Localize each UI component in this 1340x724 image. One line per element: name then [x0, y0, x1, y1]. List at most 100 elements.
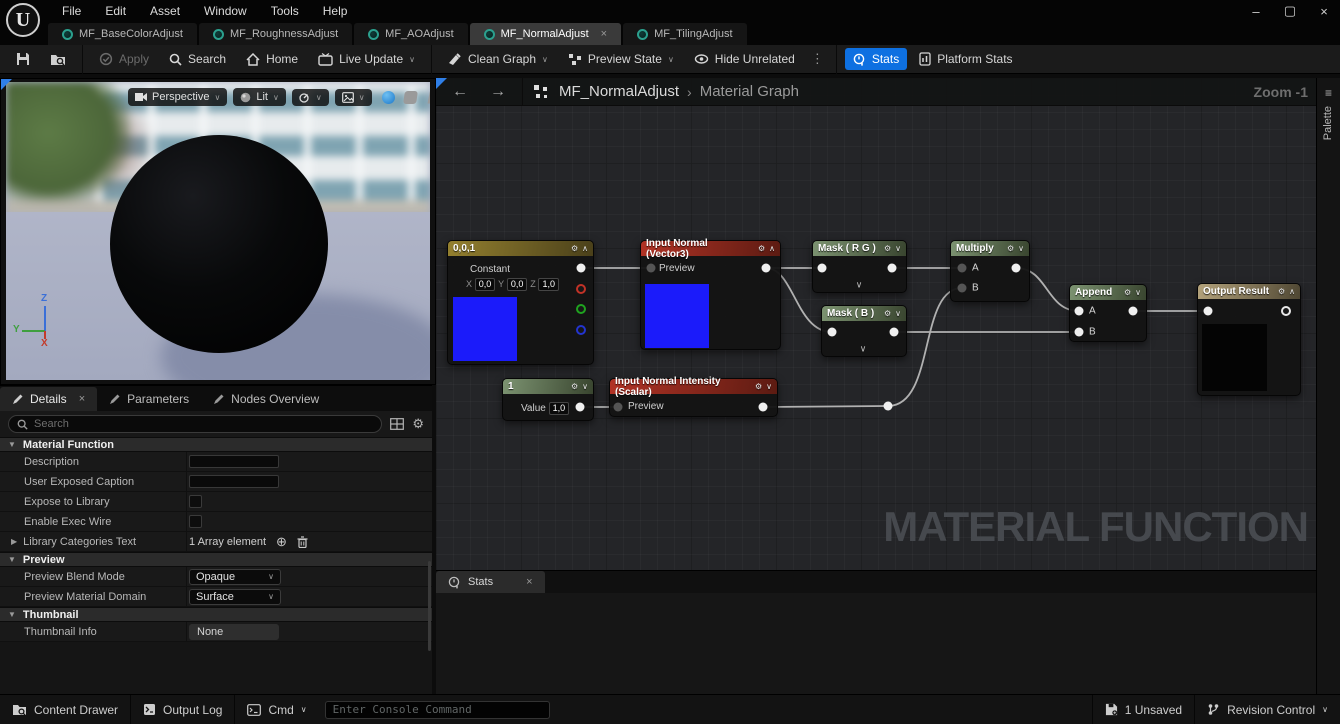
- perspective-dropdown[interactable]: Perspective ∨: [128, 88, 227, 106]
- section-thumbnail[interactable]: ▼ Thumbnail: [0, 607, 432, 622]
- value-field[interactable]: 1,0: [549, 402, 570, 415]
- node-header[interactable]: Append ⚙ ∨: [1070, 285, 1146, 300]
- forward-arrow-icon[interactable]: →: [484, 83, 512, 101]
- tab-details[interactable]: Details ×: [0, 387, 97, 411]
- material-graph-canvas[interactable]: ← → MF_NormalAdjust › Material Graph Zoo…: [436, 78, 1316, 570]
- shape-sphere-button[interactable]: [382, 91, 395, 104]
- screenshot-dropdown[interactable]: ∨: [335, 89, 372, 106]
- menu-tools[interactable]: Tools: [261, 1, 309, 21]
- node-header[interactable]: Mask ( R G ) ⚙ ∨: [813, 241, 906, 256]
- tab-nodes-overview[interactable]: Nodes Overview: [201, 387, 331, 411]
- palette-tab[interactable]: Palette: [1322, 106, 1336, 140]
- column-view-icon[interactable]: [390, 418, 404, 430]
- collapse-icon[interactable]: ∨: [582, 382, 588, 391]
- section-material-function[interactable]: ▼ Material Function: [0, 437, 432, 452]
- pin-multiply-b-input[interactable]: [958, 284, 967, 293]
- breadcrumb-page[interactable]: Material Graph: [700, 83, 799, 100]
- pin-constant001-b-output[interactable]: [576, 325, 586, 335]
- gear-icon[interactable]: ⚙: [884, 244, 891, 253]
- node-output-result[interactable]: Output Result ⚙ ∧: [1197, 283, 1301, 396]
- pin-multiply-a-input[interactable]: [958, 264, 967, 273]
- platform-stats-button[interactable]: Platform Stats: [911, 48, 1020, 70]
- pin-maskrg-output[interactable]: [888, 264, 897, 273]
- tab-mf-basecoloradjust[interactable]: MF_BaseColorAdjust: [48, 23, 197, 45]
- pin-maskb-input[interactable]: [828, 328, 837, 337]
- gear-icon[interactable]: ⚙: [412, 416, 424, 432]
- node-constant-1[interactable]: 1 ⚙ ∨ Value 1,0: [502, 378, 594, 421]
- node-header[interactable]: Mask ( B ) ⚙ ∨: [822, 306, 906, 321]
- search-box[interactable]: [8, 415, 382, 433]
- menu-edit[interactable]: Edit: [95, 1, 136, 21]
- gear-icon[interactable]: ⚙: [1124, 288, 1131, 297]
- preview-blend-mode-select[interactable]: Opaque ∨: [189, 569, 281, 585]
- y-value-field[interactable]: 0,0: [507, 278, 528, 291]
- pin-append-b-input[interactable]: [1075, 328, 1084, 337]
- browse-content-button[interactable]: [42, 48, 74, 70]
- gear-icon[interactable]: ⚙: [755, 382, 762, 391]
- add-element-icon[interactable]: ⊕: [276, 534, 287, 550]
- preview-material-domain-select[interactable]: Surface ∨: [189, 589, 281, 605]
- show-flags-dropdown[interactable]: ∨: [292, 89, 329, 106]
- output-log-button[interactable]: Output Log: [131, 695, 234, 724]
- lit-dropdown[interactable]: Lit ∨: [233, 88, 285, 106]
- maskrg-expander-icon[interactable]: ∨: [856, 280, 863, 291]
- cmd-dropdown[interactable]: Cmd ∨: [235, 695, 318, 724]
- collapse-icon[interactable]: ∧: [769, 244, 775, 253]
- stats-tab[interactable]: Stats ×: [436, 571, 545, 593]
- gear-icon[interactable]: ⚙: [571, 244, 578, 253]
- minimize-icon[interactable]: –: [1246, 4, 1266, 19]
- pin-append-output[interactable]: [1129, 307, 1138, 316]
- node-header[interactable]: 0,0,1 ⚙ ∧: [448, 241, 593, 256]
- hide-unrelated-button[interactable]: Hide Unrelated: [686, 48, 803, 70]
- description-field[interactable]: [189, 455, 279, 468]
- kebab-menu-icon[interactable]: ⋮: [807, 51, 828, 67]
- expand-triangle-icon[interactable]: ▶: [11, 537, 17, 546]
- pin-constant001-r-output[interactable]: [576, 284, 586, 294]
- live-update-button[interactable]: Live Update ∨: [310, 48, 423, 70]
- collapse-icon[interactable]: ∧: [582, 244, 588, 253]
- tab-mf-aoadjust[interactable]: MF_AOAdjust: [354, 23, 467, 45]
- close-icon[interactable]: ×: [1314, 4, 1334, 19]
- gear-icon[interactable]: ⚙: [1278, 287, 1285, 296]
- pin-maskb-output[interactable]: [890, 328, 899, 337]
- tab-mf-normaladjust[interactable]: MF_NormalAdjust ×: [470, 23, 621, 45]
- menu-window[interactable]: Window: [194, 1, 257, 21]
- x-value-field[interactable]: 0,0: [475, 278, 496, 291]
- console-command-box[interactable]: [325, 701, 550, 719]
- gear-icon[interactable]: ⚙: [884, 309, 891, 318]
- preview-viewport[interactable]: Z Y X Perspective ∨ Lit ∨ ∨: [0, 78, 436, 385]
- pin-maskrg-input[interactable]: [818, 264, 827, 273]
- menu-asset[interactable]: Asset: [140, 1, 190, 21]
- pin-intensity-output[interactable]: [759, 403, 768, 412]
- wire-reroute-point[interactable]: [884, 402, 893, 411]
- node-header[interactable]: Input Normal Intensity (Scalar) ⚙ ∨: [610, 379, 777, 394]
- pin-intensity-preview-input[interactable]: [614, 403, 623, 412]
- pin-output-result-output[interactable]: [1281, 306, 1291, 316]
- collapse-icon[interactable]: ∨: [1018, 244, 1024, 253]
- home-button[interactable]: Home: [238, 48, 306, 70]
- z-value-field[interactable]: 1,0: [538, 278, 559, 291]
- node-input-normal-vector3[interactable]: Input Normal (Vector3) ⚙ ∧ Preview: [640, 240, 781, 350]
- revision-control-button[interactable]: Revision Control ∨: [1195, 695, 1340, 724]
- pin-append-a-input[interactable]: [1075, 307, 1084, 316]
- save-button[interactable]: [8, 48, 38, 70]
- apply-button[interactable]: Apply: [91, 48, 157, 70]
- preview-state-button[interactable]: Preview State ∨: [560, 48, 682, 70]
- menu-file[interactable]: File: [52, 1, 91, 21]
- collapse-icon[interactable]: ∨: [895, 309, 901, 318]
- content-drawer-button[interactable]: Content Drawer: [0, 695, 130, 724]
- stats-button[interactable]: Stats: [845, 48, 907, 70]
- section-preview[interactable]: ▼ Preview: [0, 552, 432, 567]
- gear-icon[interactable]: ⚙: [1007, 244, 1014, 253]
- node-header[interactable]: Input Normal (Vector3) ⚙ ∧: [641, 241, 780, 256]
- collapse-icon[interactable]: ∨: [1135, 288, 1141, 297]
- tab-parameters[interactable]: Parameters: [97, 387, 201, 411]
- pin-output-result-input[interactable]: [1204, 307, 1213, 316]
- enable-exec-wire-checkbox[interactable]: [189, 515, 202, 528]
- trash-icon[interactable]: [297, 536, 308, 548]
- pin-constant001-output[interactable]: [577, 264, 586, 273]
- close-icon[interactable]: ×: [526, 576, 532, 588]
- collapse-icon[interactable]: ∧: [1289, 287, 1295, 296]
- unsaved-button[interactable]: 1 Unsaved: [1093, 695, 1194, 724]
- gear-icon[interactable]: ⚙: [571, 382, 578, 391]
